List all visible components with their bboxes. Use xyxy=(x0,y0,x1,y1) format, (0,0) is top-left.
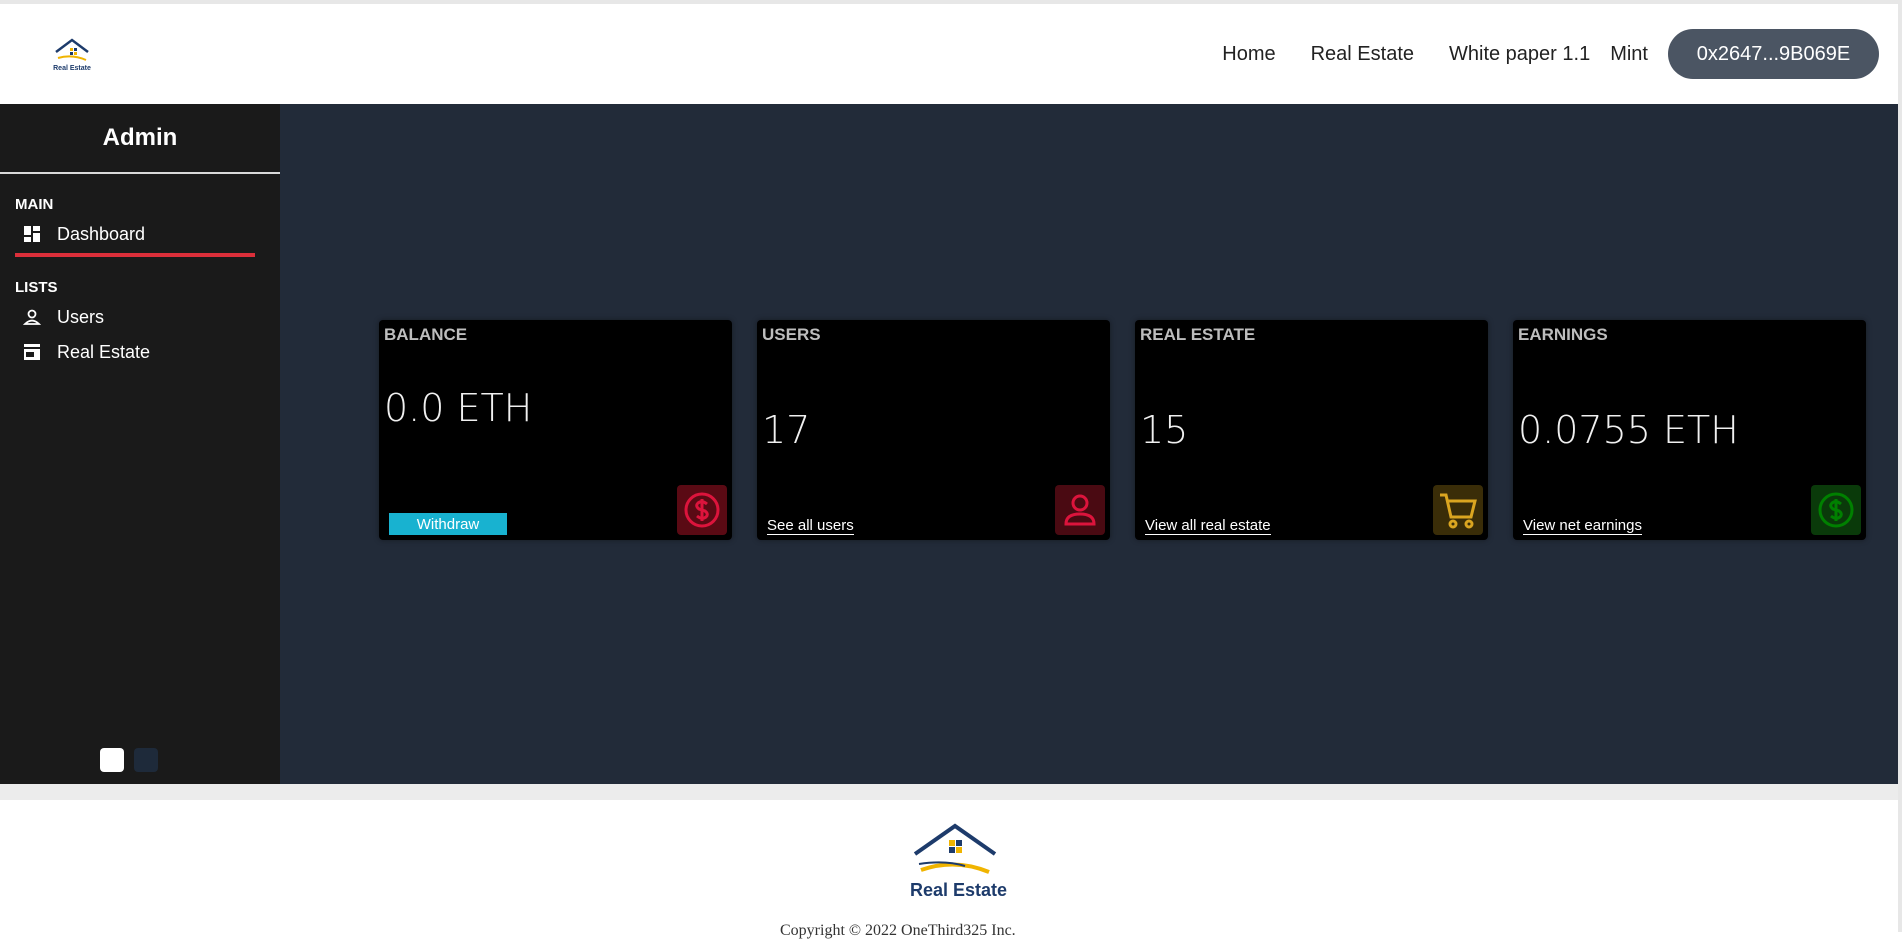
svg-text:Real Estate: Real Estate xyxy=(53,65,91,72)
sidebar-item-users[interactable]: Users xyxy=(0,302,280,332)
sidebar-item-label: Real Estate xyxy=(57,341,151,362)
dollar-circle-icon xyxy=(677,485,727,535)
dollar-circle-icon xyxy=(1811,485,1861,535)
person-icon xyxy=(1055,485,1105,535)
store-icon xyxy=(22,342,42,362)
card-value: 0.0 ETH xyxy=(384,386,533,430)
sidebar-section-lists: LISTS xyxy=(15,279,58,296)
nav-mint-link[interactable]: Mint xyxy=(1610,43,1648,66)
dashboard-icon xyxy=(22,224,42,244)
scrollbar-track[interactable] xyxy=(1898,0,1902,932)
user-icon xyxy=(22,307,42,327)
real-estate-card: REAL ESTATE 15 View all real estate xyxy=(1135,320,1488,540)
wallet-address-button[interactable]: 0x2647...9B069E xyxy=(1668,29,1879,79)
sidebar-item-label: Dashboard xyxy=(57,223,146,244)
card-title: USERS xyxy=(762,325,821,344)
section-divider xyxy=(0,784,1898,800)
users-card: USERS 17 See all users xyxy=(757,320,1110,540)
dark-theme-button[interactable] xyxy=(134,748,158,772)
card-value: 15 xyxy=(1140,408,1189,452)
footer: Real Estate Copyright © 2022 OneThird325… xyxy=(0,800,1898,939)
copyright-text: Copyright © 2022 OneThird325 Inc. xyxy=(780,922,1016,939)
balance-card: BALANCE 0.0 ETH Withdraw xyxy=(379,320,732,540)
cart-icon xyxy=(1433,485,1483,535)
sidebar-section-main: MAIN xyxy=(15,196,54,213)
see-all-users-link[interactable]: See all users xyxy=(767,517,854,535)
sidebar-item-dashboard[interactable]: Dashboard xyxy=(0,219,280,249)
footer-brand: Real Estate xyxy=(910,880,1008,900)
stat-cards: BALANCE 0.0 ETH Withdraw USERS 17 See al… xyxy=(379,320,1866,540)
card-value: 17 xyxy=(762,408,811,452)
nav-links: Home Real Estate White paper 1.1 Mint 0x… xyxy=(1222,29,1902,79)
dashboard-main: BALANCE 0.0 ETH Withdraw USERS 17 See al… xyxy=(280,104,1898,784)
sidebar: Admin MAIN Dashboard LISTS Users Real Es… xyxy=(0,104,280,784)
sidebar-title: Admin xyxy=(0,104,280,174)
view-net-earnings-link[interactable]: View net earnings xyxy=(1523,517,1642,535)
nav-real-estate-link[interactable]: Real Estate xyxy=(1311,43,1414,66)
card-title: REAL ESTATE xyxy=(1140,325,1256,344)
nav-home-link[interactable]: Home xyxy=(1222,43,1275,66)
theme-switcher xyxy=(100,748,158,772)
card-title: BALANCE xyxy=(384,325,468,344)
withdraw-button[interactable]: Withdraw xyxy=(389,513,507,535)
card-value: 0.0755 ETH xyxy=(1518,408,1739,452)
sidebar-item-real-estate[interactable]: Real Estate xyxy=(0,337,280,367)
light-theme-button[interactable] xyxy=(100,748,124,772)
card-title: EARNINGS xyxy=(1518,325,1608,344)
top-navbar: Real Estate Home Real Estate White paper… xyxy=(0,4,1902,104)
view-all-real-estate-link[interactable]: View all real estate xyxy=(1145,517,1271,535)
sidebar-item-label: Users xyxy=(57,306,105,327)
brand-logo[interactable]: Real Estate xyxy=(50,36,94,72)
earnings-card: EARNINGS 0.0755 ETH View net earnings xyxy=(1513,320,1866,540)
nav-white-paper-link[interactable]: White paper 1.1 xyxy=(1449,43,1590,66)
